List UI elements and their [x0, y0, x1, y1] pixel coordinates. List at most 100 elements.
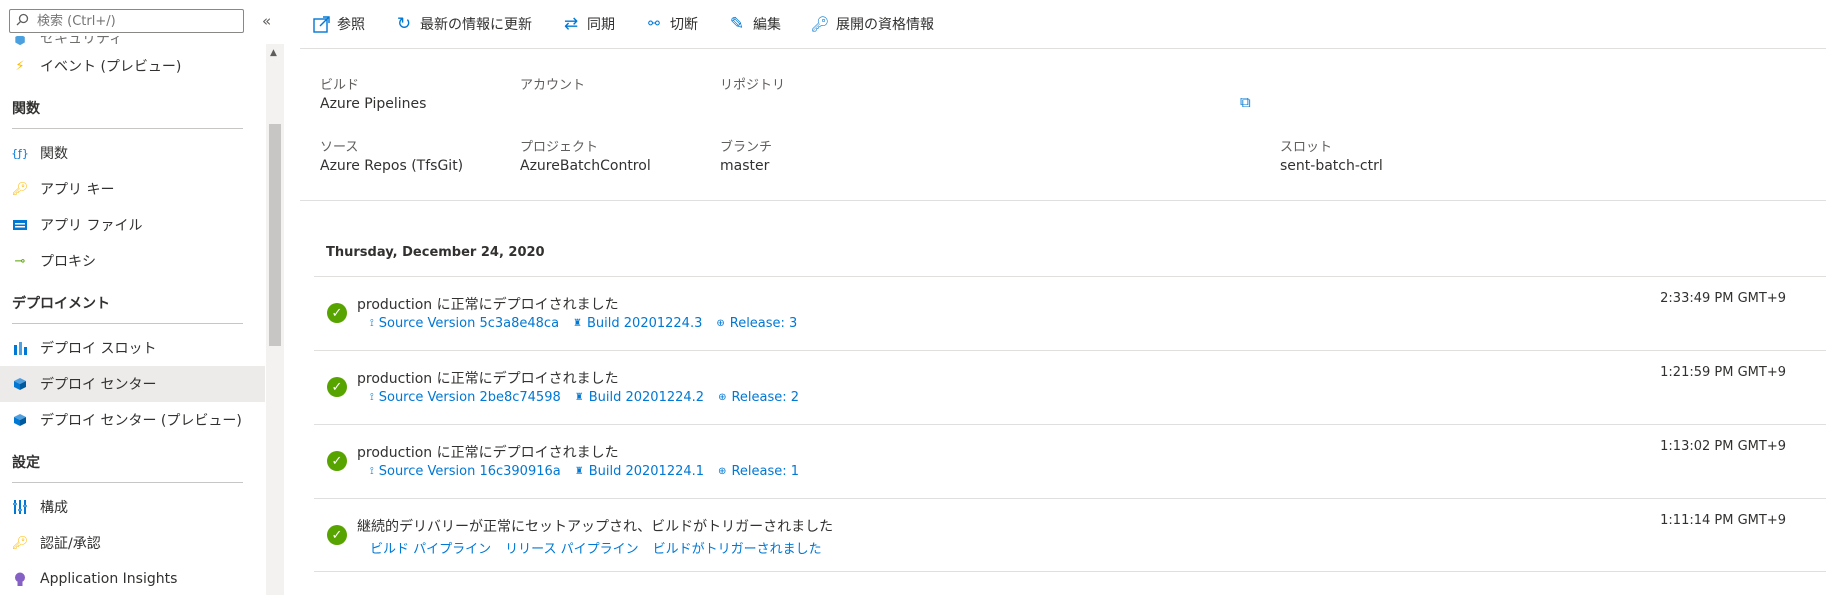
- collapse-sidebar-icon[interactable]: «: [262, 12, 271, 30]
- deployment-event: ✓ production に正常にデプロイされました ⟟ Source Versi…: [314, 350, 1826, 424]
- command-bar: 参照 ↻ 最新の情報に更新 ⇄ 同期 ⚯ 切断 ✎ 編集 🔑︎ 展開の資格情報: [300, 0, 1826, 49]
- sidebar-item-events[interactable]: ⚡ イベント (プレビュー): [0, 48, 265, 84]
- link-label: Source Version 2be8c74598: [378, 390, 561, 405]
- sync-icon: ⇄: [563, 14, 579, 34]
- browse-button[interactable]: 参照: [312, 14, 365, 34]
- build-link[interactable]: ♜ Build 20201224.1: [575, 464, 704, 479]
- commit-icon: ⟟: [370, 392, 374, 403]
- proxy-icon: ⊸: [14, 253, 26, 269]
- section-divider: [12, 323, 243, 324]
- sidebar-item-configuration[interactable]: 構成: [0, 489, 265, 525]
- repository-label: リポジトリ: [720, 78, 786, 93]
- refresh-label: 最新の情報に更新: [420, 17, 532, 33]
- deployment-event: ✓ 継続的デリバリーが正常にセットアップされ、ビルドがトリガーされました ビルド…: [314, 498, 1826, 572]
- section-header-functions: 関数: [12, 101, 40, 117]
- sidebar: « ⬢ セキュリティ ⚡ イベント (プレビュー) 関数 {ƒ} 関数 🔑︎ ア…: [0, 0, 284, 597]
- commit-icon: ⟟: [370, 318, 374, 329]
- deployment-events-list: ✓ production に正常にデプロイされました ⟟ Source Versi…: [314, 276, 1826, 572]
- event-title: production に正常にデプロイされました: [357, 297, 619, 313]
- sidebar-item-label: デプロイ センター: [40, 377, 157, 393]
- build-triggered-link[interactable]: ビルドがトリガーされました: [653, 538, 822, 557]
- sidebar-item-label: イベント (プレビュー): [40, 59, 182, 75]
- browse-label: 参照: [337, 17, 365, 33]
- sidebar-item-deployment-slots[interactable]: デプロイ スロット: [0, 330, 265, 366]
- event-time: 1:11:14 PM GMT+9: [1660, 513, 1786, 528]
- link-label: Source Version 5c3a8e48ca: [378, 316, 560, 331]
- shield-icon: ⬢: [14, 36, 26, 48]
- build-field: ビルド Azure Pipelines: [320, 74, 426, 112]
- project-label: プロジェクト: [520, 140, 599, 155]
- link-label: Release: 2: [731, 390, 800, 405]
- section-header-deployment: デプロイメント: [12, 296, 110, 312]
- section-divider: [12, 482, 243, 483]
- sidebar-item-deployment-center[interactable]: デプロイ センター: [0, 366, 265, 402]
- sidebar-item-proxies[interactable]: ⊸ プロキシ: [0, 243, 265, 279]
- pencil-icon: ✎: [729, 14, 745, 34]
- sidebar-item-label: デプロイ スロット: [40, 341, 157, 357]
- account-label: アカウント: [520, 78, 586, 93]
- build-pipeline-link[interactable]: ビルド パイプライン: [370, 538, 491, 557]
- edit-button[interactable]: ✎ 編集: [728, 14, 781, 34]
- sidebar-item-application-insights[interactable]: Application Insights: [0, 561, 265, 597]
- event-title: production に正常にデプロイされました: [357, 371, 619, 387]
- build-link[interactable]: ♜ Build 20201224.2: [575, 390, 704, 405]
- event-time: 1:13:02 PM GMT+9: [1660, 439, 1786, 454]
- deployment-event: ✓ production に正常にデプロイされました ⟟ Source Versi…: [314, 276, 1826, 350]
- event-time: 1:21:59 PM GMT+9: [1660, 365, 1786, 380]
- search-input[interactable]: [35, 12, 239, 30]
- section-divider: [12, 128, 243, 129]
- search-box[interactable]: [9, 9, 244, 33]
- source-version-link[interactable]: ⟟ Source Version 5c3a8e48ca: [370, 316, 559, 331]
- event-links: ⟟ Source Version 16c390916a ♜ Build 202012…: [370, 464, 799, 479]
- release-link[interactable]: ⊕ Release: 3: [716, 316, 797, 331]
- sidebar-item-app-keys[interactable]: 🔑︎ アプリ キー: [0, 171, 265, 207]
- sidebar-item-label: 関数: [40, 146, 68, 162]
- sidebar-item-label: アプリ ファイル: [40, 218, 143, 234]
- build-label: ビルド: [320, 78, 360, 93]
- scroll-thumb[interactable]: [269, 124, 281, 346]
- slot-field: スロット sent-batch-ctrl: [1280, 136, 1383, 174]
- sidebar-item-label: デプロイ センター (プレビュー): [40, 413, 242, 429]
- release-link[interactable]: ⊕ Release: 1: [718, 464, 799, 479]
- slot-value: sent-batch-ctrl: [1280, 158, 1383, 174]
- deployment-credentials-button[interactable]: 🔑︎ 展開の資格情報: [810, 14, 934, 34]
- link-label: Source Version 16c390916a: [378, 464, 561, 479]
- branch-value: master: [720, 158, 770, 174]
- release-pipeline-link[interactable]: リリース パイプライン: [505, 538, 638, 557]
- release-link[interactable]: ⊕ Release: 2: [718, 390, 799, 405]
- sidebar-item-label: Application Insights: [40, 571, 178, 587]
- build-link[interactable]: ♜ Build 20201224.3: [573, 316, 702, 331]
- sync-button[interactable]: ⇄ 同期: [562, 14, 615, 34]
- copy-icon[interactable]: ⧉: [1240, 93, 1251, 111]
- sidebar-item-security[interactable]: ⬢ セキュリティ: [0, 36, 265, 48]
- cube-icon: [12, 376, 28, 392]
- sidebar-item-functions[interactable]: {ƒ} 関数: [0, 135, 265, 171]
- sidebar-item-app-files[interactable]: アプリ ファイル: [0, 207, 265, 243]
- link-label: ビルド パイプライン: [370, 542, 492, 557]
- branch-field: ブランチ master: [720, 136, 772, 174]
- event-title: 継続的デリバリーが正常にセットアップされ、ビルドがトリガーされました: [357, 519, 834, 535]
- cube-icon: [12, 412, 28, 428]
- sidebar-scrollbar[interactable]: ▲: [266, 44, 284, 595]
- sidebar-item-label: プロキシ: [40, 254, 96, 270]
- lightning-icon: ⚡: [15, 58, 25, 74]
- slot-label: スロット: [1280, 140, 1333, 155]
- scroll-up-icon[interactable]: ▲: [270, 48, 277, 58]
- search-icon: [16, 13, 29, 30]
- build-icon: ♜: [574, 392, 584, 403]
- sidebar-item-authentication[interactable]: 🔑︎ 認証/承認: [0, 525, 265, 561]
- source-version-link[interactable]: ⟟ Source Version 16c390916a: [370, 464, 561, 479]
- lightbulb-icon: [12, 571, 28, 587]
- section-header-settings: 設定: [12, 455, 40, 471]
- sidebar-item-deployment-center-preview[interactable]: デプロイ センター (プレビュー): [0, 402, 265, 438]
- commit-icon: ⟟: [370, 466, 374, 477]
- success-check-icon: ✓: [327, 451, 347, 471]
- source-version-link[interactable]: ⟟ Source Version 2be8c74598: [370, 390, 561, 405]
- disconnect-button[interactable]: ⚯ 切断: [645, 14, 698, 34]
- refresh-button[interactable]: ↻ 最新の情報に更新: [395, 14, 532, 34]
- build-value: Azure Pipelines: [320, 96, 427, 112]
- disconnect-label: 切断: [670, 17, 698, 33]
- slots-icon: [12, 340, 28, 356]
- key-icon: 🔑︎: [810, 15, 830, 33]
- refresh-icon: ↻: [396, 14, 412, 34]
